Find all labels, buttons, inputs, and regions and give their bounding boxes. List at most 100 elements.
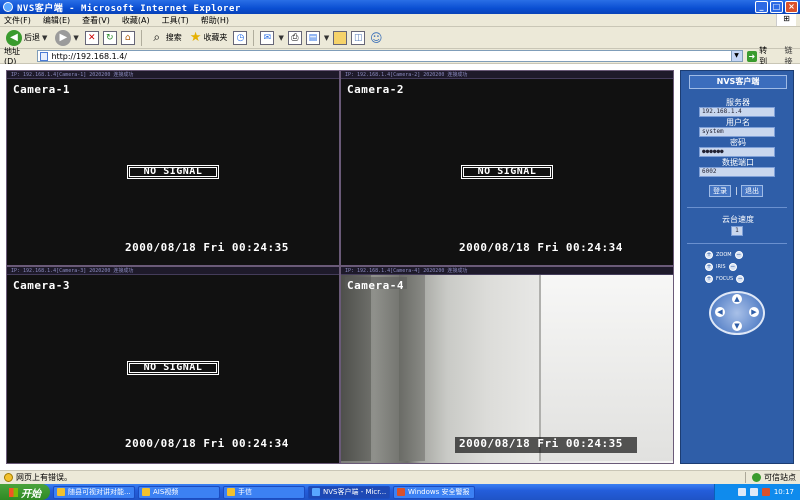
page-icon bbox=[40, 51, 49, 61]
zoom-in-button[interactable]: + bbox=[705, 251, 713, 259]
taskbar-item[interactable]: AIS视频 bbox=[138, 485, 220, 499]
home-icon[interactable]: ⌂ bbox=[120, 30, 135, 45]
login-button[interactable]: 登录 bbox=[709, 185, 731, 197]
camera-4-label: Camera-4 bbox=[347, 279, 404, 292]
zoom-label: ZOOM bbox=[716, 252, 732, 258]
iris-label: IRIS bbox=[716, 264, 726, 270]
address-input[interactable]: http://192.168.1.4/ ▼ bbox=[37, 50, 743, 62]
menu-file[interactable]: 文件(F) bbox=[4, 15, 31, 26]
network-icon[interactable] bbox=[737, 488, 746, 496]
toolbar-separator bbox=[140, 29, 142, 46]
camera-2-label: Camera-2 bbox=[347, 83, 404, 96]
window-title: NVS客户端 - Microsoft Internet Explorer bbox=[17, 3, 241, 14]
taskbar-item-label: Windows 安全警报 bbox=[408, 488, 470, 496]
zoom-out-button[interactable]: − bbox=[734, 251, 743, 259]
forward-button[interactable]: ▶ ▼ bbox=[53, 29, 80, 47]
menu-tools[interactable]: 工具(T) bbox=[162, 15, 189, 26]
back-button[interactable]: ◀ 后退 ▼ bbox=[4, 29, 49, 47]
camera-4-wall bbox=[541, 275, 673, 461]
forward-dropdown-icon[interactable]: ▼ bbox=[73, 34, 78, 42]
ptz-right-arrow-icon[interactable]: ▶ bbox=[749, 307, 759, 317]
page-content: IP: 192.168.1.4[Camera-1] 2020200 连接成功 C… bbox=[0, 64, 800, 470]
camera-3-timestamp: 2000/08/18 Fri 00:24:34 bbox=[125, 437, 289, 450]
favorites-button[interactable]: ★ 收藏夹 bbox=[188, 29, 230, 47]
camera-1-header: IP: 192.168.1.4[Camera-1] 2020200 连接成功 bbox=[7, 71, 339, 79]
iris-close-button[interactable]: − bbox=[728, 263, 737, 271]
security-shield-icon bbox=[397, 488, 405, 496]
menu-edit[interactable]: 编辑(E) bbox=[43, 15, 70, 26]
ptz-left-arrow-icon[interactable]: ◀ bbox=[715, 307, 725, 317]
panel-divider bbox=[687, 207, 787, 208]
camera-1-no-signal: NO SIGNAL bbox=[127, 165, 219, 179]
window-controls: _ □ × bbox=[755, 1, 798, 13]
camera-4-doorframe bbox=[399, 275, 425, 461]
system-tray: 10:17 bbox=[714, 484, 800, 500]
camera-3-label: Camera-3 bbox=[13, 279, 70, 292]
camera-1-label: Camera-1 bbox=[13, 83, 70, 96]
taskbar-item[interactable]: 随县可视对讲对能... bbox=[53, 485, 135, 499]
camera-3-view[interactable]: IP: 192.168.1.4[Camera-3] 2020200 连接成功 C… bbox=[7, 267, 339, 463]
back-label: 后退 bbox=[24, 33, 40, 42]
trusted-zone-icon bbox=[752, 473, 761, 482]
focus-label: FOCUS bbox=[716, 276, 734, 282]
stop-icon[interactable]: ✕ bbox=[84, 30, 99, 45]
focus-far-button[interactable]: − bbox=[736, 275, 745, 283]
taskbar-item[interactable]: Windows 安全警报 bbox=[393, 485, 475, 499]
search-button[interactable]: ⌕ 搜索 bbox=[148, 29, 184, 47]
iris-control: + IRIS − bbox=[705, 263, 737, 271]
password-input[interactable]: ●●●●●● bbox=[699, 147, 775, 157]
mail-dropdown-icon[interactable]: ▼ bbox=[278, 34, 283, 42]
favorites-star-icon: ★ bbox=[189, 30, 202, 45]
print-icon[interactable]: ⎙ bbox=[287, 30, 302, 45]
clock[interactable]: 10:17 bbox=[774, 488, 794, 496]
history-icon[interactable]: ◷ bbox=[233, 30, 248, 45]
server-input[interactable]: 192.168.1.4 bbox=[699, 107, 775, 117]
back-dropdown-icon[interactable]: ▼ bbox=[42, 34, 47, 42]
zoom-control: + ZOOM − bbox=[705, 251, 743, 259]
camera-2-header: IP: 192.168.1.4[Camera-2] 2020200 连接成功 bbox=[341, 71, 673, 79]
taskbar-item-active[interactable]: NVS客户端 - Micr... bbox=[308, 485, 390, 499]
logout-button[interactable]: 退出 bbox=[741, 185, 763, 197]
camera-2-view[interactable]: IP: 192.168.1.4[Camera-2] 2020200 连接成功 C… bbox=[341, 71, 673, 265]
edit-dropdown-icon[interactable]: ▼ bbox=[324, 34, 329, 42]
menu-favorites[interactable]: 收藏(A) bbox=[122, 15, 150, 26]
data-port-input[interactable]: 6002 bbox=[699, 167, 775, 177]
menu-view[interactable]: 查看(V) bbox=[82, 15, 110, 26]
forward-arrow-icon: ▶ bbox=[55, 29, 72, 46]
taskbar-item-label: AIS视频 bbox=[153, 488, 179, 496]
refresh-icon[interactable]: ↻ bbox=[102, 30, 117, 45]
volume-icon[interactable] bbox=[749, 488, 758, 496]
close-button[interactable]: × bbox=[785, 1, 798, 13]
folder-icon[interactable] bbox=[333, 30, 348, 45]
ptz-speed-label: 云台速度 bbox=[722, 215, 754, 224]
start-button[interactable]: 开始 bbox=[0, 484, 50, 500]
ptz-speed-input[interactable]: 1 bbox=[731, 226, 743, 236]
mail-icon[interactable]: ✉ bbox=[260, 30, 275, 45]
back-arrow-icon: ◀ bbox=[6, 29, 22, 46]
minimize-button[interactable]: _ bbox=[755, 1, 768, 13]
maximize-button[interactable]: □ bbox=[770, 1, 783, 13]
camera-3-no-signal: NO SIGNAL bbox=[127, 361, 219, 375]
ptz-down-arrow-icon[interactable]: ▼ bbox=[732, 321, 742, 331]
research-icon[interactable]: ◫ bbox=[351, 30, 366, 45]
taskbar-item-label: 手信 bbox=[238, 488, 252, 496]
messenger-icon[interactable]: ☺ bbox=[369, 31, 383, 45]
camera-4-view[interactable]: IP: 192.168.1.4[Camera-4] 2020200 连接成功 C… bbox=[341, 267, 673, 463]
focus-near-button[interactable]: + bbox=[705, 275, 713, 283]
address-dropdown-icon[interactable]: ▼ bbox=[730, 51, 742, 61]
edit-page-icon[interactable]: ▤ bbox=[305, 30, 320, 45]
shield-icon[interactable] bbox=[761, 488, 770, 496]
camera-1-view[interactable]: IP: 192.168.1.4[Camera-1] 2020200 连接成功 C… bbox=[7, 71, 339, 265]
taskbar-item-label: NVS客户端 - Micr... bbox=[323, 488, 387, 496]
windows-flag-icon bbox=[9, 487, 18, 497]
start-label: 开始 bbox=[21, 488, 41, 500]
security-zone-label: 可信站点 bbox=[764, 473, 796, 482]
app-icon bbox=[142, 488, 150, 496]
warning-icon[interactable] bbox=[4, 473, 13, 482]
iris-open-button[interactable]: + bbox=[705, 263, 713, 271]
taskbar-item[interactable]: 手信 bbox=[223, 485, 305, 499]
taskbar-item-label: 随县可视对讲对能... bbox=[68, 488, 131, 496]
username-input[interactable]: system bbox=[699, 127, 775, 137]
menu-help[interactable]: 帮助(H) bbox=[201, 15, 229, 26]
ptz-up-arrow-icon[interactable]: ▲ bbox=[732, 294, 742, 304]
